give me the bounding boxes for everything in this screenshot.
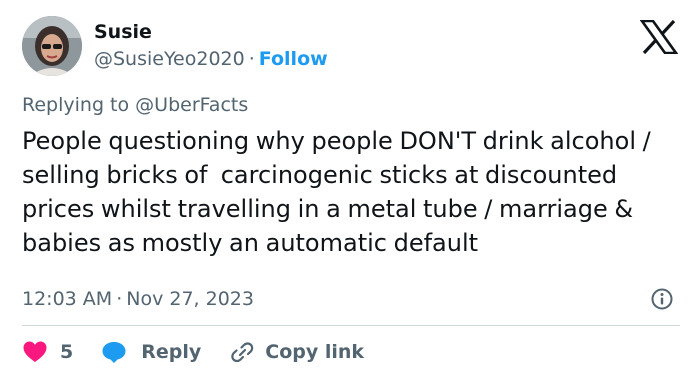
tweet-card: Susie @SusieYeo2020 · Follow Replying to @… xyxy=(0,0,700,379)
display-name[interactable]: Susie xyxy=(94,20,152,44)
link-icon xyxy=(229,340,255,364)
like-count: 5 xyxy=(60,341,74,363)
reply-label: Reply xyxy=(141,341,202,363)
tweet-text: People questioning why people DON'T drin… xyxy=(22,127,658,257)
timestamp[interactable]: 12:03 AM · Nov 27, 2023 xyxy=(22,287,254,311)
tweet-date: Nov 27, 2023 xyxy=(126,288,254,310)
speech-bubble-icon xyxy=(101,340,127,364)
timestamp-separator: · xyxy=(116,288,123,310)
tweet-time: 12:03 AM xyxy=(22,288,113,310)
handle-separator: · xyxy=(248,48,255,70)
replying-to: Replying to @UberFacts xyxy=(22,94,249,116)
copy-link-label: Copy link xyxy=(265,341,365,363)
info-icon[interactable] xyxy=(651,288,673,310)
heart-icon xyxy=(22,340,48,364)
x-logo-icon[interactable] xyxy=(639,19,679,55)
copy-link-button[interactable]: Copy link xyxy=(229,340,364,364)
avatar[interactable] xyxy=(22,16,82,76)
handle-line: @SusieYeo2020 · Follow xyxy=(94,47,328,71)
action-bar: 5 Reply Copy link xyxy=(22,338,364,366)
follow-button[interactable]: Follow xyxy=(259,48,328,70)
divider xyxy=(22,325,680,326)
user-handle[interactable]: @SusieYeo2020 xyxy=(94,48,245,70)
reply-button[interactable]: Reply xyxy=(101,340,201,364)
avatar-image xyxy=(22,16,82,76)
like-button[interactable]: 5 xyxy=(22,340,73,364)
